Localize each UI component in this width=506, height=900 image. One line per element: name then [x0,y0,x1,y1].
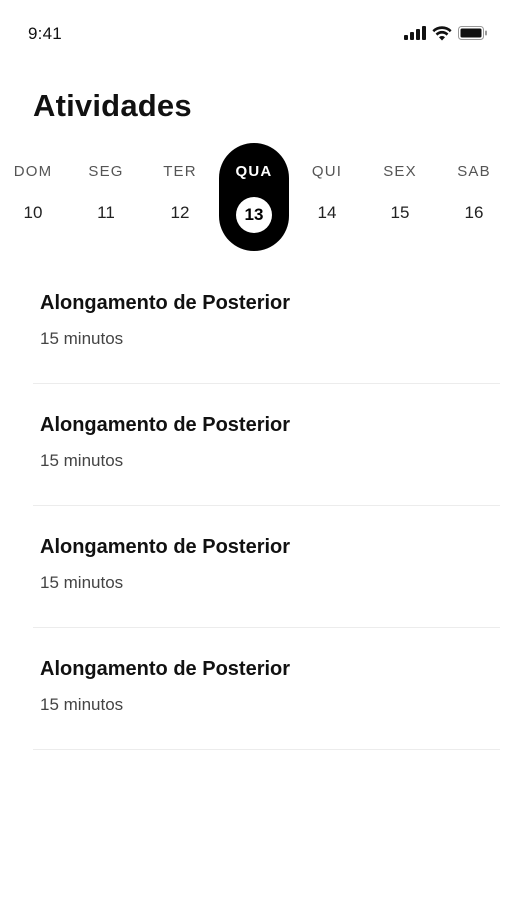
activity-list-item[interactable]: Alongamento de Posterior 15 minutos [0,628,506,750]
wifi-icon [432,25,452,41]
day-name: TER [163,163,197,180]
day-number: 15 [390,203,410,222]
activity-duration: 15 minutos [40,695,124,714]
day-item-sab[interactable]: SAB 16 [439,141,506,251]
day-name: QUA [235,163,273,180]
activity-duration: 15 minutos [40,451,124,470]
day-item-seg[interactable]: SEG 11 [71,141,141,251]
day-number: 12 [170,203,190,222]
day-item-qui[interactable]: QUI 14 [292,141,362,251]
signal-icon [404,26,426,40]
day-name: SEX [383,163,417,180]
day-number: 16 [464,203,484,222]
week-day-selector: DOM 10 SEG 11 TER 12 QUA 13 QUI 14 SEX 1… [0,141,506,251]
day-number: 13 [244,205,264,224]
page-title: Atividades [33,88,192,123]
activity-title: Alongamento de Posterior [40,536,291,558]
day-item-qua-selected[interactable]: QUA 13 [219,141,289,251]
day-name: DOM [13,163,53,180]
activity-list-item[interactable]: Alongamento de Posterior 15 minutos [0,506,506,628]
day-name: QUI [311,163,343,180]
day-name: SEG [88,163,124,180]
activity-title: Alongamento de Posterior [40,292,291,314]
day-item-ter[interactable]: TER 12 [145,141,215,251]
status-time: 9:41 [28,24,62,43]
battery-icon [458,26,488,40]
activity-list: Alongamento de Posterior 15 minutos Alon… [0,262,506,750]
activity-list-item[interactable]: Alongamento de Posterior 15 minutos [0,384,506,506]
status-bar: 9:41 [0,0,506,66]
activity-title: Alongamento de Posterior [40,414,291,436]
day-name: SAB [457,163,491,180]
day-item-sex[interactable]: SEX 15 [365,141,435,251]
activity-list-item[interactable]: Alongamento de Posterior 15 minutos [0,262,506,384]
activity-duration: 15 minutos [40,329,124,348]
activity-duration: 15 minutos [40,573,124,592]
status-icons [404,24,488,42]
day-number: 14 [317,203,337,222]
day-item-dom[interactable]: DOM 10 [0,141,68,251]
divider [33,749,500,750]
day-number: 11 [97,203,115,222]
activity-title: Alongamento de Posterior [40,658,291,680]
day-number: 10 [23,203,43,222]
